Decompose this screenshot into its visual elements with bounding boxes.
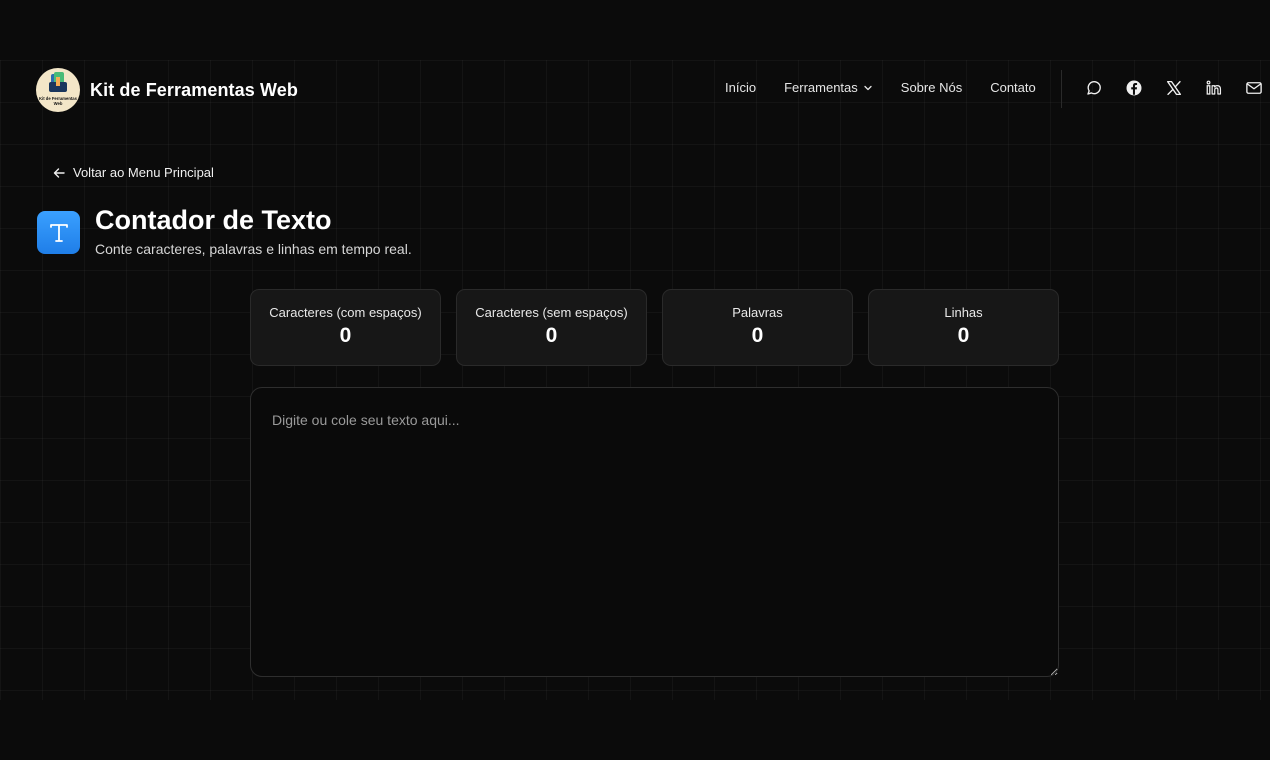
brand-link[interactable]: Kit de Ferramentas Web Kit de Ferramenta… xyxy=(36,68,298,112)
stat-value: 0 xyxy=(545,324,558,347)
nav-contato[interactable]: Contato xyxy=(990,80,1036,95)
facebook-icon xyxy=(1126,80,1142,96)
x-icon xyxy=(1166,80,1182,96)
nav-sobre-nos[interactable]: Sobre Nós xyxy=(901,80,962,95)
stat-card-words: Palavras 0 xyxy=(662,289,853,366)
brand-logo: Kit de Ferramentas Web xyxy=(36,68,80,112)
chat-link[interactable] xyxy=(1085,79,1103,97)
stat-label: Linhas xyxy=(944,305,983,320)
chat-icon xyxy=(1087,81,1101,95)
stat-value: 0 xyxy=(957,324,970,347)
page: Kit de Ferramentas Web Kit de Ferramenta… xyxy=(0,0,1270,760)
site-header: Kit de Ferramentas Web Kit de Ferramenta… xyxy=(0,60,1270,120)
mail-icon xyxy=(1246,82,1262,94)
nav-contato-label: Contato xyxy=(990,80,1036,95)
stat-value: 0 xyxy=(751,324,764,347)
social-links xyxy=(1085,79,1263,97)
text-tool-icon xyxy=(37,211,80,254)
nav-sobre-nos-label: Sobre Nós xyxy=(900,80,963,95)
stat-value: 0 xyxy=(339,324,352,347)
back-link-label: Voltar ao Menu Principal xyxy=(73,165,214,180)
nav-inicio-label: Início xyxy=(725,80,757,95)
nav-ferramentas[interactable]: Ferramentas xyxy=(784,80,873,95)
back-to-menu-link[interactable]: Voltar ao Menu Principal xyxy=(53,165,214,180)
stat-card-lines: Linhas 0 xyxy=(868,289,1059,366)
nav-ferramentas-label: Ferramentas xyxy=(784,80,858,95)
page-title: Contador de Texto xyxy=(95,205,332,235)
brand-name: Kit de Ferramentas Web xyxy=(90,79,298,100)
facebook-link[interactable] xyxy=(1125,79,1143,97)
svg-text:Web: Web xyxy=(54,101,63,106)
chevron-down-icon xyxy=(864,85,872,90)
arrow-left-icon xyxy=(53,167,65,178)
nav-divider xyxy=(1061,70,1062,108)
linkedin-icon xyxy=(1206,80,1222,95)
page-subtitle: Conte caracteres, palavras e linhas em t… xyxy=(95,241,412,257)
main-nav: Início Ferramentas Sobre Nós Contato xyxy=(725,80,1036,95)
stat-card-chars-without-spaces: Caracteres (sem espaços) 0 xyxy=(456,289,647,366)
stat-label: Palavras xyxy=(732,305,783,320)
nav-inicio[interactable]: Início xyxy=(725,80,756,95)
stat-label: Caracteres (sem espaços) xyxy=(475,305,628,320)
linkedin-link[interactable] xyxy=(1205,79,1223,97)
text-input-area[interactable] xyxy=(250,387,1059,677)
stat-card-chars-with-spaces: Caracteres (com espaços) 0 xyxy=(250,289,441,366)
x-link[interactable] xyxy=(1165,79,1183,97)
type-icon xyxy=(49,223,68,242)
toolbox-icon: Kit de Ferramentas Web xyxy=(39,72,78,106)
stat-label: Caracteres (com espaços) xyxy=(269,305,422,320)
mail-link[interactable] xyxy=(1245,79,1263,97)
stats-panel: Caracteres (com espaços) 0 Caracteres (s… xyxy=(250,289,1059,366)
